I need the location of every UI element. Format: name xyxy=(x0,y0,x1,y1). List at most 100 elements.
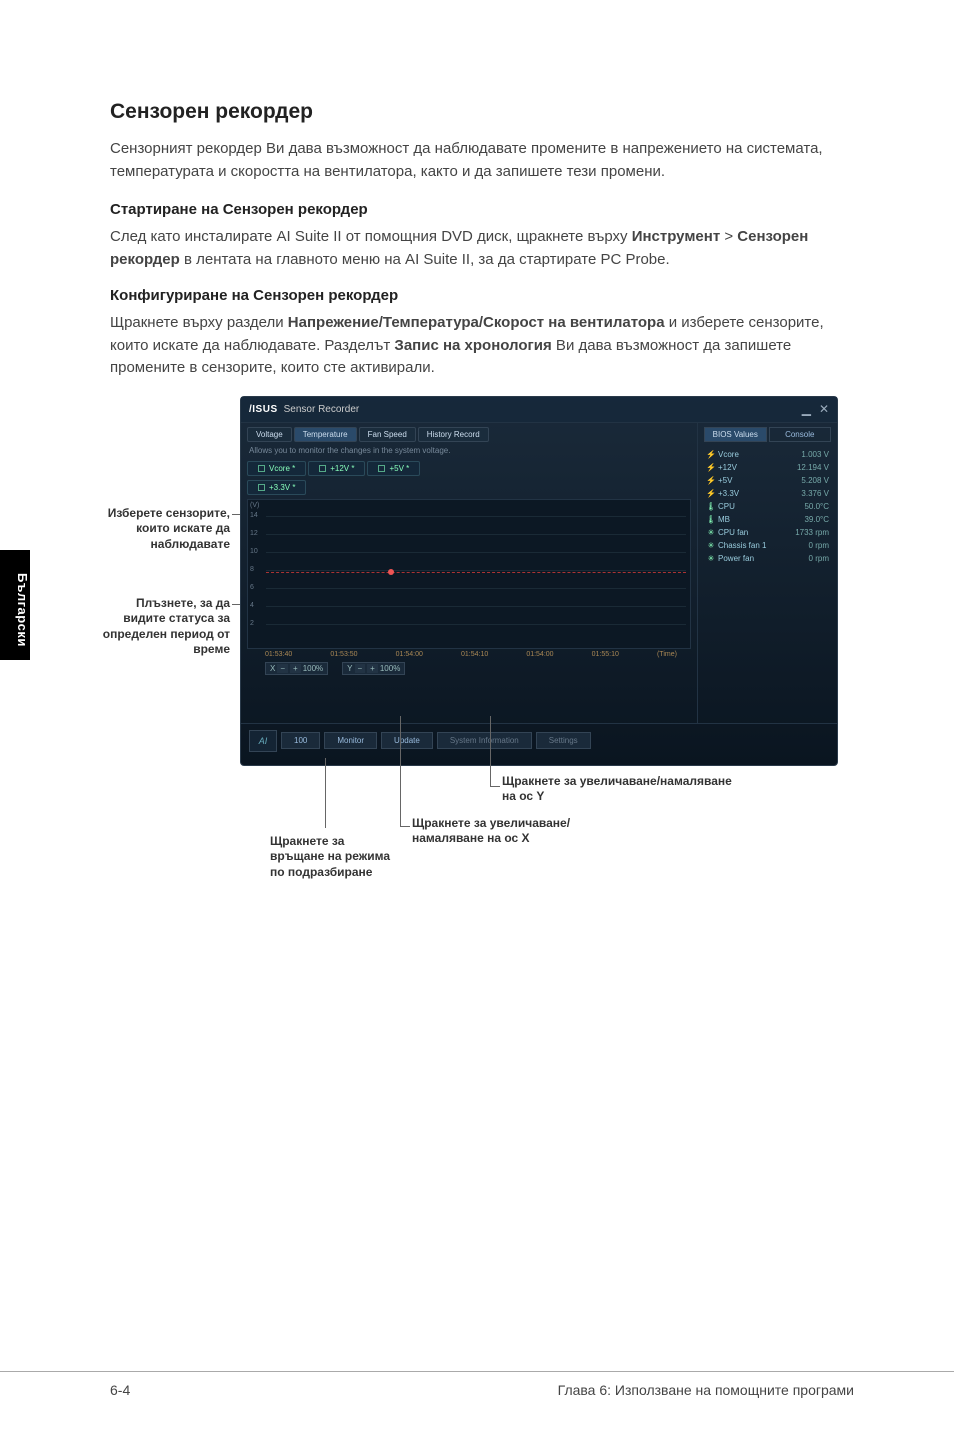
bolt-icon: ⚡ xyxy=(706,489,716,498)
gridline xyxy=(266,534,686,535)
left-panel: Voltage Temperature Fan Speed History Re… xyxy=(241,423,697,723)
status-panel: BIOS Values Console ⚡Vcore1.003 V ⚡+12V1… xyxy=(697,423,837,723)
bolt-icon: ⚡ xyxy=(706,476,716,485)
sensor-vcore[interactable]: Vcore * xyxy=(247,461,306,476)
x-tick: 01:54:00 xyxy=(526,651,553,658)
y-tick: 4 xyxy=(250,602,254,609)
tab-fan-speed[interactable]: Fan Speed xyxy=(359,427,416,442)
status-row: 🌡MB39.0°C xyxy=(704,513,831,526)
chart-area[interactable]: (V) 14 12 10 8 6 4 2 xyxy=(247,499,691,649)
sensor-label: +3.3V * xyxy=(269,483,295,492)
status-row: ⚡+5V5.208 V xyxy=(704,474,831,487)
temp-icon: 🌡 xyxy=(706,502,716,511)
status-value: 1733 rpm xyxy=(795,528,829,537)
zoom-out-icon[interactable]: − xyxy=(355,664,366,673)
chapter-title: Глава 6: Използване на помощните програм… xyxy=(558,1382,854,1398)
callout-line xyxy=(490,716,491,786)
x-label-icon: X xyxy=(270,664,275,673)
y-tick: 2 xyxy=(250,620,254,627)
status-row: ⚡+3.3V3.376 V xyxy=(704,487,831,500)
status-name: MB xyxy=(718,515,804,524)
zoom-out-icon[interactable]: − xyxy=(277,664,288,673)
ai-suite-icon[interactable]: AI xyxy=(249,730,277,752)
bold-history: Запис на хронология xyxy=(394,337,551,354)
subheading-start: Стартиране на Сензорен рекордер xyxy=(110,201,854,218)
start-text-c: в лентата на главното меню на AI Suite I… xyxy=(180,251,670,268)
callout-drag-status: Плъзнете, за да видите статуса за опреде… xyxy=(100,596,230,658)
status-name: +5V xyxy=(718,476,801,485)
zoom-x-value: 100% xyxy=(303,664,323,673)
sensor-label: +12V * xyxy=(330,464,354,473)
y-label-icon: Y xyxy=(347,664,352,673)
start-text-a: След като инсталирате AI Suite II от пом… xyxy=(110,228,632,245)
y-axis-unit: (V) xyxy=(250,502,259,509)
status-row: ✳Power fan0 rpm xyxy=(704,552,831,565)
status-name: Vcore xyxy=(718,450,801,459)
gridline xyxy=(266,606,686,607)
gridline xyxy=(266,570,686,571)
status-name: +12V xyxy=(718,463,797,472)
sensor-label: Vcore * xyxy=(269,464,295,473)
start-paragraph: След като инсталирате AI Suite II от пом… xyxy=(110,226,854,271)
zoom-x-control[interactable]: X − + 100% xyxy=(265,662,328,675)
sensor-3v[interactable]: +3.3V * xyxy=(247,480,306,495)
status-row: ⚡+12V12.194 V xyxy=(704,461,831,474)
gridline xyxy=(266,624,686,625)
tab-temperature[interactable]: Temperature xyxy=(294,427,357,442)
data-point-icon xyxy=(388,569,394,575)
checkbox-icon[interactable] xyxy=(258,465,265,472)
system-info-button[interactable]: System Information xyxy=(437,732,532,749)
zoom-y-value: 100% xyxy=(380,664,400,673)
plot-line xyxy=(266,572,686,573)
zoom-in-icon[interactable]: + xyxy=(367,664,378,673)
zoom-in-icon[interactable]: + xyxy=(290,664,301,673)
page-footer: 6-4 Глава 6: Използване на помощните про… xyxy=(0,1371,954,1398)
zoom-y-control[interactable]: Y − + 100% xyxy=(342,662,405,675)
gridline xyxy=(266,516,686,517)
status-name: Chassis fan 1 xyxy=(718,541,809,550)
callout-line xyxy=(325,758,326,828)
sensor-row-2: +3.3V * xyxy=(247,480,691,495)
checkbox-icon[interactable] xyxy=(319,465,326,472)
settings-button[interactable]: Settings xyxy=(536,732,591,749)
sensor-12v[interactable]: +12V * xyxy=(308,461,365,476)
intro-text: Сензорният рекордер Ви дава възможност д… xyxy=(110,138,854,183)
status-list: ⚡Vcore1.003 V ⚡+12V12.194 V ⚡+5V5.208 V … xyxy=(704,448,831,565)
x-tick: 01:53:50 xyxy=(330,651,357,658)
temp-icon: 🌡 xyxy=(706,515,716,524)
zoom-row: X − + 100% Y − + 100% xyxy=(265,662,691,675)
checkbox-icon[interactable] xyxy=(258,484,265,491)
tab-voltage[interactable]: Voltage xyxy=(247,427,292,442)
status-name: +3.3V xyxy=(718,489,801,498)
status-value: 12.194 V xyxy=(797,463,829,472)
update-button[interactable]: Update xyxy=(381,732,433,749)
default-zoom-button[interactable]: 100 xyxy=(281,732,320,749)
status-row: ✳CPU fan1733 rpm xyxy=(704,526,831,539)
titlebar: /ISUS Sensor Recorder ▁ ✕ xyxy=(241,397,837,423)
status-value: 39.0°C xyxy=(804,515,829,524)
sensor-label: +5V * xyxy=(389,464,409,473)
configure-paragraph: Щракнете върху раздели Напрежение/Темпер… xyxy=(110,312,854,380)
sensor-row-1: Vcore * +12V * +5V * xyxy=(247,461,691,476)
status-value: 0 rpm xyxy=(809,541,829,550)
status-row: 🌡CPU50.0°C xyxy=(704,500,831,513)
tab-row: Voltage Temperature Fan Speed History Re… xyxy=(247,427,691,442)
monitor-button[interactable]: Monitor xyxy=(324,732,377,749)
status-row: ⚡Vcore1.003 V xyxy=(704,448,831,461)
language-tab: Български xyxy=(0,550,30,660)
x-tick: 01:53:40 xyxy=(265,651,292,658)
status-tab-console[interactable]: Console xyxy=(769,427,832,442)
y-tick: 14 xyxy=(250,512,258,519)
subheading-configure: Конфигуриране на Сензорен рекордер xyxy=(110,287,854,304)
bolt-icon: ⚡ xyxy=(706,463,716,472)
y-tick: 10 xyxy=(250,548,258,555)
status-tab-bios[interactable]: BIOS Values xyxy=(704,427,767,442)
minimize-icon[interactable]: ▁ xyxy=(802,402,811,416)
checkbox-icon[interactable] xyxy=(378,465,385,472)
bold-vts: Напрежение/Температура/Скорост на вентил… xyxy=(288,314,665,331)
tab-history-record[interactable]: History Record xyxy=(418,427,489,442)
status-value: 3.376 V xyxy=(801,489,829,498)
sensor-5v[interactable]: +5V * xyxy=(367,461,420,476)
start-text-b: > xyxy=(720,228,737,245)
close-icon[interactable]: ✕ xyxy=(819,402,829,416)
